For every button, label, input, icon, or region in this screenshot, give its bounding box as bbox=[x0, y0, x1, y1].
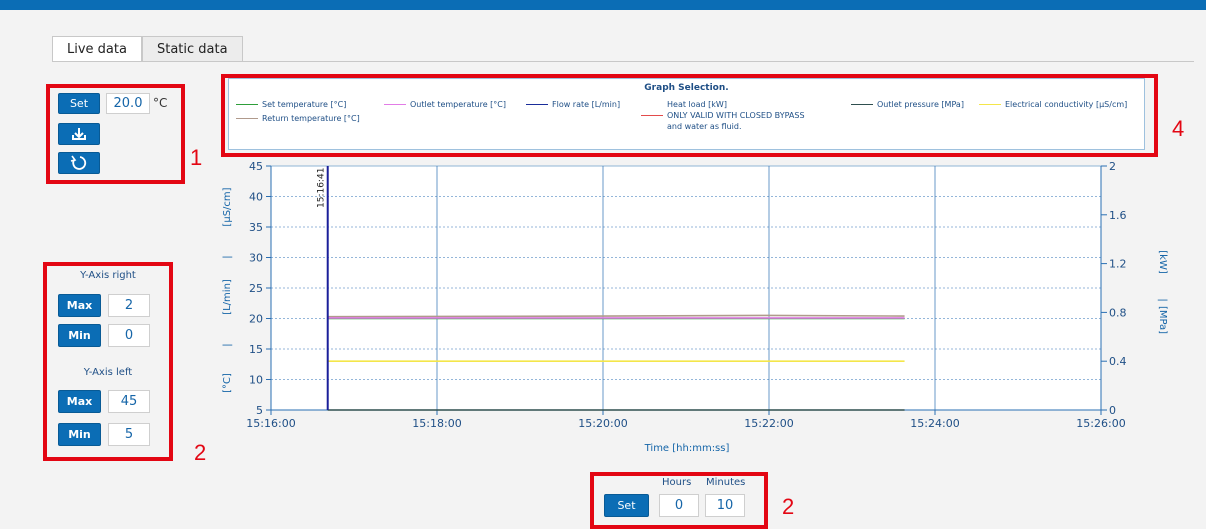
time-marker-label: 15:16:41 bbox=[317, 168, 327, 208]
y-left-label-segment: [L/min] bbox=[222, 279, 233, 315]
y-left-tick-label: 35 bbox=[249, 221, 263, 234]
y-right-tick-label: 0.8 bbox=[1109, 306, 1127, 319]
callout-2-bottom: 2 bbox=[782, 494, 795, 519]
y-left-tick-label: 10 bbox=[249, 374, 263, 387]
y-left-tick-label: 20 bbox=[249, 313, 263, 326]
set-time-window-button[interactable]: Set bbox=[604, 494, 649, 517]
hours-field[interactable]: 0 bbox=[659, 494, 699, 517]
y-right-label-segment: | bbox=[1157, 298, 1168, 301]
x-tick-label: 15:22:00 bbox=[744, 417, 793, 430]
y-right-tick-label: 0.4 bbox=[1109, 355, 1127, 368]
y-right-tick-label: 0 bbox=[1109, 404, 1116, 417]
minutes-field[interactable]: 10 bbox=[705, 494, 745, 517]
x-tick-label: 15:20:00 bbox=[578, 417, 627, 430]
y-left-tick-label: 25 bbox=[249, 282, 263, 295]
y-right-tick-label: 2 bbox=[1109, 160, 1116, 173]
y-left-tick-label: 15 bbox=[249, 343, 263, 356]
y-right-label-segment: [MPa] bbox=[1157, 306, 1168, 334]
y-left-label-segment: [µS/cm] bbox=[222, 187, 233, 226]
x-tick-label: 15:24:00 bbox=[910, 417, 959, 430]
x-axis-label: Time [hh:mm:ss] bbox=[644, 443, 730, 454]
x-tick-label: 15:16:00 bbox=[246, 417, 295, 430]
x-tick-label: 15:26:00 bbox=[1076, 417, 1125, 430]
y-left-tick-label: 45 bbox=[249, 160, 263, 173]
minutes-label: Minutes bbox=[706, 477, 746, 488]
trend-chart: 5 10 15 20 25 30 35 40 45 0 0.4 0.8 1.2 1.6 2 15:16:00 1… bbox=[222, 160, 1168, 454]
y-left-tick-label: 5 bbox=[256, 404, 263, 417]
y-left-tick-label: 40 bbox=[249, 191, 263, 204]
y-right-tick-label: 1.2 bbox=[1109, 258, 1127, 271]
y-left-label-segment: | bbox=[222, 255, 233, 258]
y-right-label-segment: [kW] bbox=[1157, 250, 1168, 274]
y-left-tick-label: 30 bbox=[249, 252, 263, 265]
x-tick-label: 15:18:00 bbox=[412, 417, 461, 430]
hours-label: Hours bbox=[662, 477, 692, 488]
y-left-label-segment: | bbox=[222, 343, 233, 346]
y-left-label-segment: [°C] bbox=[222, 373, 233, 393]
y-right-tick-label: 1.6 bbox=[1109, 209, 1127, 222]
